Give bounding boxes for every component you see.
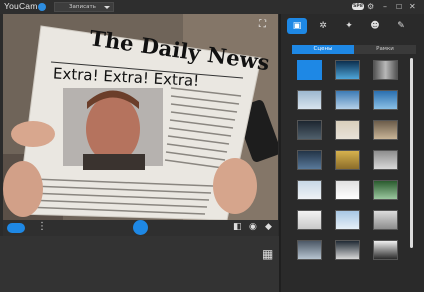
fullscreen-icon[interactable]: ⛶ bbox=[259, 20, 266, 30]
scene-thumbnail[interactable] bbox=[335, 120, 360, 140]
scene-thumbnail[interactable] bbox=[297, 210, 322, 230]
minimize-icon[interactable]: – bbox=[383, 1, 387, 13]
close-icon[interactable]: ✕ bbox=[409, 1, 416, 13]
scene-thumbnail[interactable] bbox=[373, 240, 398, 260]
scrollbar[interactable] bbox=[410, 58, 413, 248]
tab-scenes[interactable]: Сцены bbox=[292, 45, 354, 54]
avatar-icon[interactable]: ☻ bbox=[365, 18, 385, 34]
brush-icon[interactable]: ✎ bbox=[391, 18, 411, 34]
hd-badge[interactable]: SP8 bbox=[352, 3, 364, 10]
scene-thumbnail[interactable] bbox=[373, 90, 398, 110]
scene-thumbnail[interactable] bbox=[335, 240, 360, 260]
youcam-badge-icon[interactable] bbox=[38, 3, 46, 11]
maximize-icon[interactable]: ☐ bbox=[396, 1, 402, 13]
scene-thumbnail[interactable] bbox=[297, 120, 322, 140]
more-icon[interactable]: ⋮ bbox=[37, 222, 47, 232]
app-title: YouCam bbox=[4, 1, 38, 11]
camera-mode-icon[interactable] bbox=[7, 223, 25, 233]
pip-icon[interactable]: ◧ bbox=[233, 223, 242, 232]
settings-icon[interactable]: ⚙ bbox=[367, 1, 374, 13]
scene-thumbnail[interactable] bbox=[373, 180, 398, 200]
scene-thumbnail[interactable] bbox=[373, 120, 398, 140]
newspaper-scene: The Daily News Extra! Extra! Extra! bbox=[3, 14, 278, 220]
scene-thumbnail[interactable] bbox=[297, 90, 322, 110]
scene-tabs: Сцены Рамки bbox=[292, 45, 416, 54]
scenes-icon[interactable]: ▣ bbox=[287, 18, 307, 34]
tab-frames[interactable]: Рамки bbox=[354, 45, 416, 54]
scene-thumbnail[interactable] bbox=[335, 210, 360, 230]
eraser-icon[interactable]: ◆ bbox=[265, 223, 272, 232]
chevron-down-icon bbox=[104, 6, 110, 9]
preview-control-bar: ⋮ ◧ ◉ ◆ bbox=[3, 220, 278, 236]
scene-thumbnail[interactable] bbox=[335, 180, 360, 200]
scene-thumbnail[interactable] bbox=[373, 150, 398, 170]
capture-icon[interactable] bbox=[133, 220, 148, 235]
scene-thumbnail[interactable] bbox=[297, 60, 322, 80]
eye-icon[interactable]: ◉ bbox=[249, 223, 257, 232]
scene-thumbnail[interactable] bbox=[335, 150, 360, 170]
effects-icon[interactable]: ✲ bbox=[313, 18, 333, 34]
camera-preview[interactable]: The Daily News Extra! Extra! Extra! ⛶ bbox=[3, 14, 278, 220]
record-dropdown-label: Записать bbox=[69, 4, 96, 10]
magic-icon[interactable]: ✦ bbox=[339, 18, 359, 34]
media-tray: ▦ bbox=[0, 236, 281, 292]
scene-thumbnail[interactable] bbox=[297, 150, 322, 170]
record-dropdown[interactable]: Записать bbox=[54, 2, 114, 12]
title-bar: YouCam Записать SP8 ⚙ – ☐ ✕ bbox=[0, 0, 424, 14]
scene-thumbnail[interactable] bbox=[335, 60, 360, 80]
scene-thumbnail[interactable] bbox=[373, 60, 398, 80]
scene-thumbnail[interactable] bbox=[297, 180, 322, 200]
grid-icon[interactable]: ▦ bbox=[262, 248, 273, 260]
scene-thumbnail[interactable] bbox=[297, 240, 322, 260]
scene-thumbnail[interactable] bbox=[335, 90, 360, 110]
effects-panel: ▣ ✲ ✦ ☻ ✎ Сцены Рамки bbox=[281, 14, 424, 292]
scene-thumbnail[interactable] bbox=[373, 210, 398, 230]
